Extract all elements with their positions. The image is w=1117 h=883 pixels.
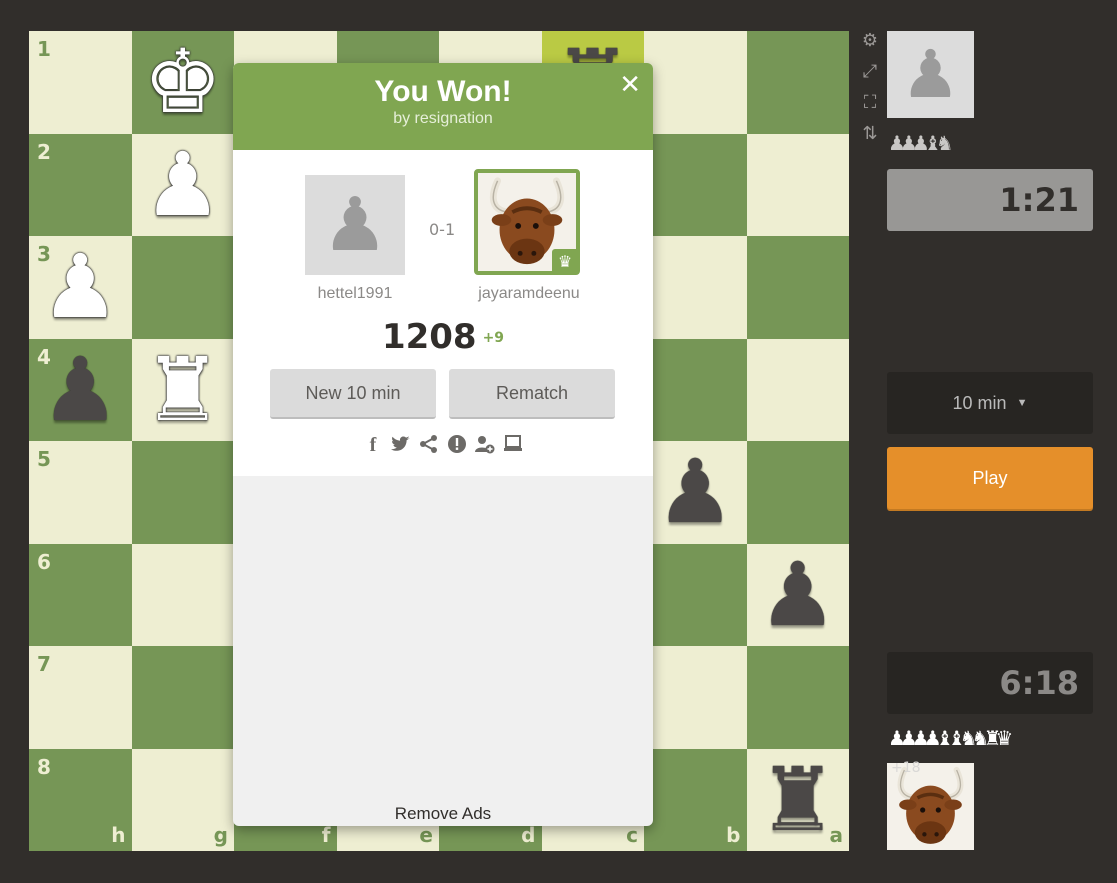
caret-down-icon: ▼ bbox=[1016, 397, 1028, 409]
material-advantage: +18 bbox=[891, 760, 921, 776]
rank-label: 8 bbox=[37, 754, 51, 779]
board-square[interactable] bbox=[746, 133, 849, 236]
time-control-select[interactable]: 10 min ▼ bbox=[887, 372, 1093, 434]
board-square[interactable]: 5 bbox=[29, 441, 132, 544]
board-square[interactable]: 7 bbox=[29, 646, 132, 749]
board-square[interactable]: ♜ bbox=[131, 338, 235, 442]
player-avatar[interactable] bbox=[887, 763, 974, 850]
board-square[interactable]: 2 bbox=[29, 133, 132, 236]
time-control-label: 10 min bbox=[952, 392, 1007, 413]
player2-name[interactable]: jayaramdeenu bbox=[459, 285, 599, 303]
rank-label: 1 bbox=[37, 37, 51, 61]
black-pawn-icon[interactable]: ♟ bbox=[644, 441, 747, 544]
share-icon[interactable] bbox=[418, 434, 440, 459]
board-square[interactable] bbox=[746, 441, 849, 544]
rank-label: 5 bbox=[37, 447, 51, 471]
player1-avatar[interactable]: ♟ bbox=[305, 175, 405, 275]
board-square[interactable]: g bbox=[131, 748, 234, 851]
board-square[interactable] bbox=[644, 338, 747, 441]
file-label: g bbox=[213, 823, 228, 847]
board-square[interactable]: ♚ bbox=[131, 31, 235, 134]
file-label: d bbox=[521, 823, 536, 847]
board-square[interactable] bbox=[746, 646, 849, 749]
board-square[interactable] bbox=[644, 31, 747, 134]
board-square[interactable]: 8h bbox=[29, 748, 132, 851]
file-label: c bbox=[626, 823, 638, 847]
board-square[interactable] bbox=[644, 646, 747, 749]
black-pawn-icon[interactable]: ♟ bbox=[29, 339, 132, 442]
opponent-avatar[interactable]: ♟ bbox=[887, 31, 974, 118]
rank-label: 2 bbox=[37, 139, 51, 164]
remove-ads-link[interactable]: Remove Ads bbox=[233, 804, 653, 824]
board-square[interactable]: b bbox=[644, 748, 747, 851]
rematch-button[interactable]: Rematch bbox=[449, 369, 615, 419]
pawn-icon: ♟ bbox=[321, 182, 389, 268]
board-square[interactable]: 6 bbox=[29, 543, 132, 646]
board-square[interactable] bbox=[644, 133, 747, 236]
board-square[interactable] bbox=[644, 236, 747, 339]
white-pawn-icon[interactable]: ♟ bbox=[29, 236, 132, 339]
modal-title: You Won! bbox=[374, 75, 512, 108]
facebook-icon[interactable]: f bbox=[362, 434, 384, 459]
player1-name[interactable]: hettel1991 bbox=[305, 285, 405, 303]
bull-avatar-icon bbox=[887, 763, 974, 850]
black-pawn-icon[interactable]: ♟ bbox=[747, 544, 850, 647]
board-square[interactable] bbox=[131, 646, 234, 749]
close-icon[interactable]: ✕ bbox=[619, 70, 641, 100]
player2-avatar[interactable]: ♛ bbox=[474, 169, 580, 275]
board-square[interactable]: 1 bbox=[29, 31, 132, 134]
settings-icon[interactable]: ⚙ bbox=[860, 30, 880, 51]
play-button[interactable]: Play bbox=[887, 447, 1093, 509]
board-square[interactable] bbox=[746, 236, 849, 339]
white-pawn-icon[interactable]: ♟ bbox=[132, 134, 235, 237]
modal-body: ♟ 0-1 ♛ hettel1991 jayaramdeenu 1208 +9 … bbox=[233, 150, 653, 476]
new-game-button[interactable]: New 10 min bbox=[270, 369, 436, 419]
player-clock: 6:18 bbox=[887, 652, 1093, 714]
board-square[interactable] bbox=[746, 338, 849, 441]
rank-label: 7 bbox=[37, 652, 51, 676]
expand-icon[interactable]: ⤢ bbox=[860, 61, 880, 82]
game-over-modal: You Won! by resignation ✕ ♟ 0-1 ♛ hettel… bbox=[233, 63, 653, 826]
opponent-clock: 1:21 bbox=[887, 169, 1093, 231]
rating-display: 1208 +9 bbox=[233, 317, 653, 357]
file-label: e bbox=[419, 823, 433, 847]
report-icon[interactable] bbox=[446, 434, 468, 459]
pawn-icon: ♟ bbox=[900, 36, 961, 113]
board-square[interactable] bbox=[644, 543, 747, 646]
board-square[interactable]: 3 ♟ bbox=[29, 236, 132, 339]
file-label: h bbox=[111, 823, 126, 847]
flip-board-icon[interactable]: ⇅ bbox=[860, 123, 880, 144]
add-friend-icon[interactable] bbox=[474, 434, 496, 459]
rating-delta: +9 bbox=[482, 330, 505, 346]
white-king-icon[interactable]: ♚ bbox=[132, 31, 235, 134]
modal-header: You Won! by resignation ✕ bbox=[233, 63, 653, 150]
board-square[interactable]: ♟ bbox=[131, 133, 235, 237]
opponent-captured-pieces: ♟♟♟♝♞ bbox=[888, 131, 954, 155]
white-rook-icon[interactable]: ♜ bbox=[132, 339, 235, 442]
analysis-icon[interactable] bbox=[502, 434, 524, 459]
board-square[interactable]: 4 ♟ bbox=[29, 338, 132, 442]
board-square[interactable] bbox=[746, 31, 849, 134]
game-score: 0-1 bbox=[429, 220, 456, 239]
share-row: f bbox=[233, 434, 653, 459]
player-captured-pieces: ♟♟♟♟♝♝♞♞♜♛ bbox=[888, 726, 1013, 750]
rank-label: 6 bbox=[37, 549, 51, 574]
board-square[interactable] bbox=[131, 441, 234, 544]
fullscreen-icon[interactable]: ⛶ bbox=[860, 92, 880, 113]
modal-subtitle: by resignation bbox=[393, 110, 493, 127]
rating-value: 1208 bbox=[381, 317, 477, 357]
file-label: b bbox=[726, 823, 741, 847]
twitter-icon[interactable] bbox=[390, 434, 412, 459]
crown-icon: ♛ bbox=[552, 249, 576, 271]
file-label: f bbox=[321, 823, 331, 847]
board-square[interactable] bbox=[131, 543, 234, 646]
board-square[interactable]: ♟ bbox=[644, 441, 747, 544]
black-rook-icon[interactable]: ♜ bbox=[747, 749, 850, 852]
board-square[interactable]: ♟ bbox=[746, 543, 850, 647]
board-square[interactable] bbox=[131, 236, 234, 339]
board-square[interactable]: a ♜ bbox=[746, 748, 850, 852]
